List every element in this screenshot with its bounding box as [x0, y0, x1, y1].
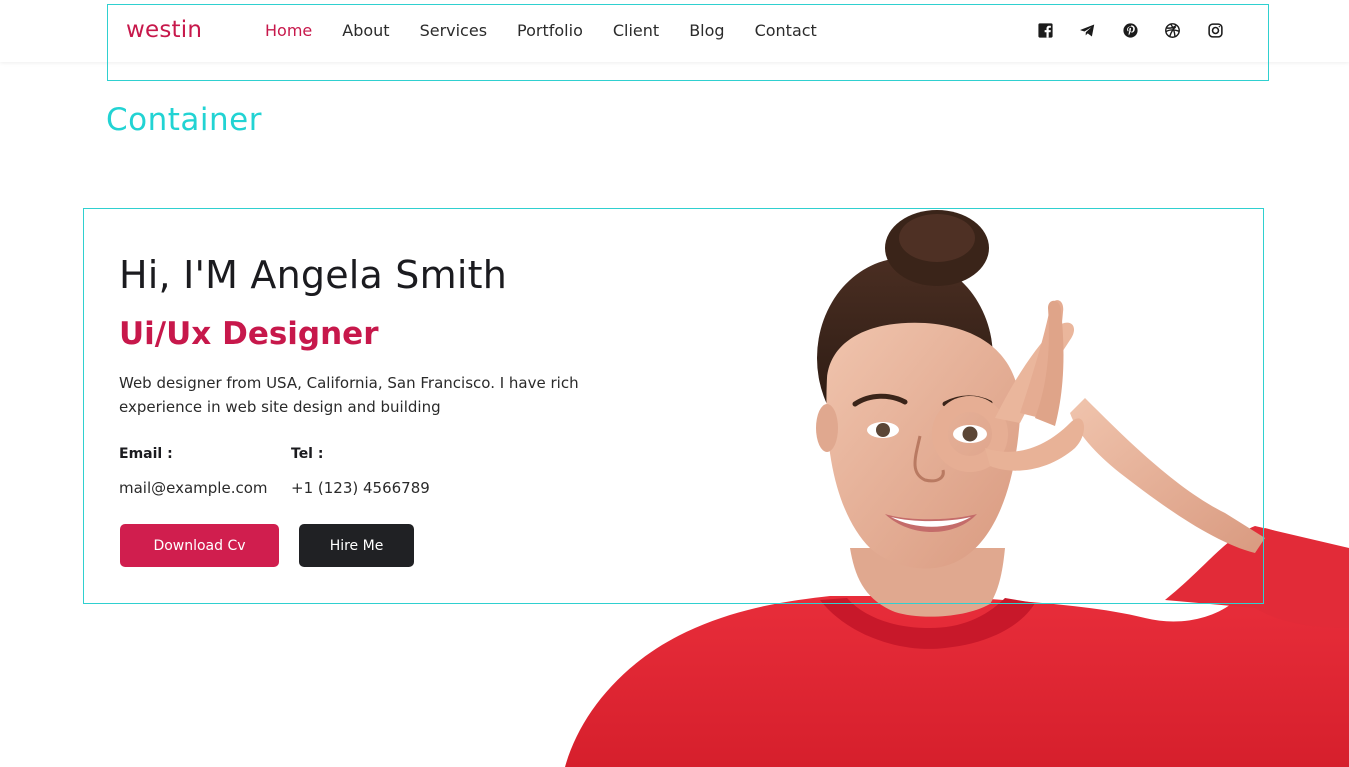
nav-home[interactable]: Home — [265, 21, 312, 40]
email-label: Email : — [119, 446, 173, 462]
container-label: Container — [106, 102, 262, 138]
hero-description: Web designer from USA, California, San F… — [119, 374, 579, 416]
tel-label: Tel : — [291, 446, 324, 462]
nav-about[interactable]: About — [342, 21, 389, 40]
main-nav: Home About Services Portfolio Client Blo… — [265, 21, 847, 40]
instagram-icon[interactable] — [1206, 21, 1224, 39]
header-container-outline — [107, 4, 1269, 81]
hire-me-button[interactable]: Hire Me — [299, 524, 414, 567]
download-cv-button[interactable]: Download Cv — [120, 524, 279, 567]
pinterest-icon[interactable] — [1121, 21, 1139, 39]
facebook-icon[interactable] — [1036, 21, 1054, 39]
nav-blog[interactable]: Blog — [689, 21, 724, 40]
hero-role: Ui/Ux Designer — [119, 316, 379, 352]
nav-services[interactable]: Services — [420, 21, 487, 40]
tel-value[interactable]: +1 (123) 4566789 — [291, 479, 430, 497]
dribbble-icon[interactable] — [1164, 21, 1182, 39]
nav-portfolio[interactable]: Portfolio — [517, 21, 583, 40]
nav-client[interactable]: Client — [613, 21, 659, 40]
site-logo[interactable]: westin — [126, 17, 202, 43]
social-links — [1036, 21, 1249, 39]
hero-title: Hi, I'M Angela Smith — [119, 253, 507, 297]
nav-contact[interactable]: Contact — [755, 21, 817, 40]
email-value[interactable]: mail@example.com — [119, 479, 268, 497]
telegram-icon[interactable] — [1079, 21, 1097, 39]
